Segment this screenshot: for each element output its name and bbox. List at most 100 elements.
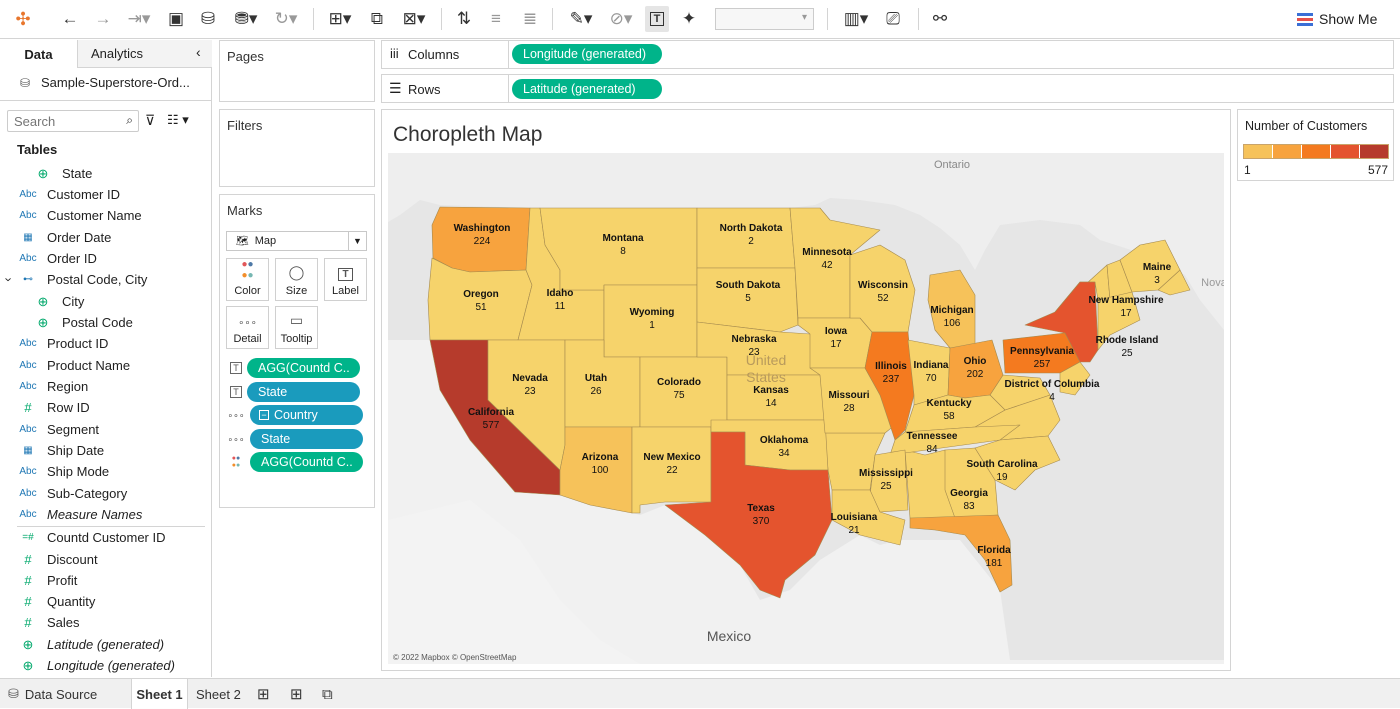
presentation-mode-icon[interactable]: ⎚ — [881, 6, 905, 32]
show-me-button[interactable]: Show Me — [1297, 11, 1377, 27]
size-icon: ◯ — [288, 264, 305, 280]
field-item[interactable]: ⊕ Postal Code — [0, 312, 210, 333]
field-label: Latitude (generated) — [47, 637, 165, 652]
pin-icon[interactable]: ✦ — [677, 6, 701, 32]
redo-icon[interactable]: → — [91, 6, 115, 32]
field-item[interactable]: ▦ Ship Date — [0, 440, 210, 461]
state-montana[interactable] — [539, 207, 698, 291]
field-item[interactable]: ⊕ State — [0, 163, 210, 184]
field-item[interactable]: Abc Order ID — [0, 248, 210, 269]
rows-shelf[interactable]: ☰ Rows Latitude (generated) — [381, 74, 1394, 103]
share-icon[interactable]: ⚯ — [928, 6, 952, 32]
field-item[interactable]: # Profit — [0, 570, 210, 591]
state-value: 17 — [830, 339, 842, 350]
toolbar: ✣ ← → ⇥▾ ▣ ⛁ ⛃▾ ↻▾ ⊞▾ ⧉ ⊠▾ ⇅ ≡ ≣ ✎▾ ⊘▾ T… — [0, 0, 1400, 39]
field-item[interactable]: Abc Segment — [0, 419, 210, 440]
field-item[interactable]: ⊕ City — [0, 291, 210, 312]
tab-data[interactable]: Data — [0, 40, 78, 68]
marks-pill-color-measure[interactable]: AGG(Countd C.. — [250, 452, 363, 472]
show-me-icon — [1297, 12, 1313, 26]
highlight-icon[interactable]: ✎▾ — [563, 6, 599, 32]
replay-icon[interactable]: ⇥▾ — [121, 6, 157, 32]
field-item[interactable]: Abc Sub-Category — [0, 483, 210, 504]
collapse-pane-icon[interactable]: ‹ — [196, 44, 201, 60]
field-label: Segment — [47, 422, 100, 437]
sheet-title[interactable]: Choropleth Map — [393, 123, 542, 147]
field-item[interactable]: # Quantity — [0, 591, 210, 612]
marks-pill-country[interactable]: − Country — [250, 405, 363, 425]
rows-pill[interactable]: Latitude (generated) — [512, 79, 662, 99]
size-button[interactable]: ◯ Size — [275, 258, 318, 301]
group-icon[interactable]: ⊘▾ — [603, 6, 639, 32]
pages-shelf[interactable]: Pages — [219, 40, 375, 102]
field-item[interactable]: ▦ Order Date — [0, 227, 210, 248]
field-item[interactable]: =# Countd Customer ID — [0, 527, 210, 548]
field-item[interactable]: Abc Product ID — [0, 333, 210, 354]
field-item[interactable]: Abc Customer ID — [0, 184, 210, 205]
view-options-icon[interactable]: ☷ ▾ — [167, 112, 189, 128]
mark-type-dropdown[interactable]: 🗺 Map ▼ — [226, 231, 367, 251]
swap-icon[interactable]: ⇅ — [452, 6, 476, 32]
columns-label: Columns — [408, 47, 460, 62]
state-label: Michigan — [930, 305, 973, 316]
filter-icon[interactable]: ⊽ — [145, 112, 155, 129]
data-source-tab[interactable]: ⛁ Data Source — [8, 679, 97, 709]
detail-button[interactable]: ∘∘∘ Detail — [226, 306, 269, 349]
field-item[interactable]: Abc Region — [0, 376, 210, 397]
filters-shelf[interactable]: Filters — [219, 109, 375, 187]
state-label: Texas — [747, 503, 775, 514]
state-value: 19 — [996, 472, 1008, 483]
search-input[interactable] — [14, 112, 119, 130]
sort-ascending-icon[interactable]: ≡ — [484, 6, 508, 32]
datasource-options-icon[interactable]: ⛃▾ — [228, 6, 264, 32]
state-label: Washington — [454, 223, 511, 234]
field-item[interactable]: › ⊷ Postal Code, City — [0, 269, 210, 290]
columns-pill[interactable]: Longitude (generated) — [512, 44, 662, 64]
tableau-logo-icon[interactable]: ✣ — [12, 6, 34, 32]
new-story-icon[interactable]: ⧉ — [322, 679, 333, 709]
state-value: 4 — [1049, 392, 1055, 403]
new-worksheet-icon[interactable]: ⊞▾ — [322, 6, 358, 32]
color-legend[interactable]: Number of Customers 1 577 — [1237, 109, 1394, 181]
marks-pill-label-state[interactable]: State — [247, 382, 360, 402]
duplicate-sheet-icon[interactable]: ⧉ — [365, 6, 389, 32]
show-labels-icon[interactable]: T — [645, 6, 669, 32]
marks-pill-detail-state[interactable]: State — [250, 429, 363, 449]
tab-analytics[interactable]: Analytics — [91, 46, 143, 61]
expand-icon[interactable]: › — [2, 277, 17, 281]
refresh-icon[interactable]: ↻▾ — [268, 6, 304, 32]
sort-descending-icon[interactable]: ≣ — [518, 6, 542, 32]
state-north-dakota[interactable] — [696, 207, 796, 269]
sheet-2-tab[interactable]: Sheet 2 — [196, 679, 241, 709]
field-item[interactable]: Abc Measure Names — [0, 504, 210, 525]
field-item[interactable]: Abc Ship Mode — [0, 461, 210, 482]
new-dashboard-icon[interactable]: ⊞ — [290, 679, 303, 709]
clear-sheet-icon[interactable]: ⊠▾ — [396, 6, 432, 32]
state-label: Idaho — [547, 288, 574, 299]
color-button[interactable]: ●● ●● Color — [226, 258, 269, 301]
field-item[interactable]: # Discount — [0, 549, 210, 570]
new-datasource-icon[interactable]: ⛁ — [196, 6, 220, 32]
field-item[interactable]: ⊕ Latitude (generated) — [0, 634, 210, 655]
fit-dropdown[interactable]: ▾ — [715, 8, 814, 30]
field-label: Longitude (generated) — [47, 658, 175, 673]
undo-icon[interactable]: ← — [58, 6, 82, 32]
columns-shelf[interactable]: iii Columns Longitude (generated) — [381, 40, 1394, 69]
field-item[interactable]: ⊕ Longitude (generated) — [0, 655, 210, 676]
marks-pill-label-measure[interactable]: AGG(Countd C.. — [247, 358, 360, 378]
show-cards-icon[interactable]: ▥▾ — [838, 6, 874, 32]
field-item[interactable]: # Sales — [0, 612, 210, 633]
sheet-1-tab[interactable]: Sheet 1 — [131, 679, 188, 709]
state-label: Missouri — [828, 390, 869, 401]
new-worksheet-icon[interactable]: ⊞ — [257, 679, 270, 709]
field-item[interactable]: # Row ID — [0, 397, 210, 418]
label-icon: T — [230, 362, 242, 374]
datasource-name[interactable]: Sample-Superstore-Ord... — [41, 75, 190, 90]
choropleth-map[interactable]: Ontario Mexico Nova United States Washing… — [388, 153, 1224, 664]
field-label: Profit — [47, 573, 78, 588]
field-item[interactable]: Abc Customer Name — [0, 205, 210, 226]
save-icon[interactable]: ▣ — [164, 6, 188, 32]
tooltip-button[interactable]: ▭ Tooltip — [275, 306, 318, 349]
field-item[interactable]: Abc Product Name — [0, 355, 210, 376]
label-button[interactable]: T Label — [324, 258, 367, 301]
